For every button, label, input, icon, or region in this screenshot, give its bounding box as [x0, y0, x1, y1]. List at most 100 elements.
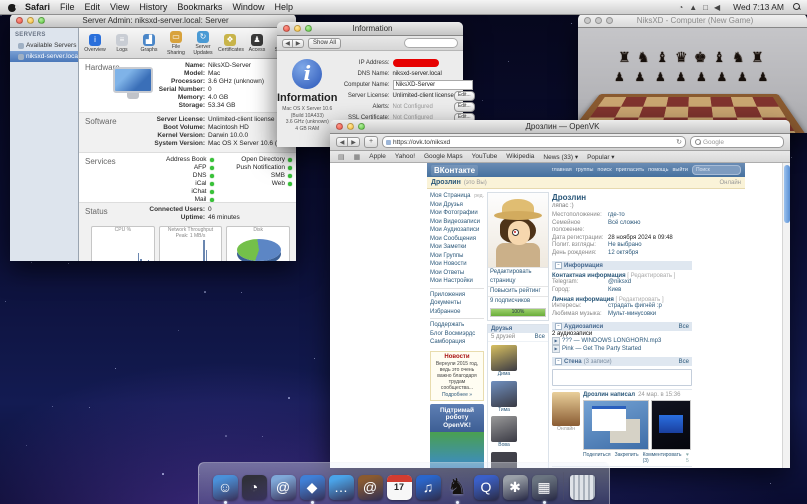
attached-photo[interactable]	[583, 400, 649, 450]
url-text[interactable]: https://ovk.to/niksxd	[393, 139, 450, 146]
information-section-header[interactable]: − Информация	[552, 261, 692, 270]
friend-avatar[interactable]	[491, 345, 517, 371]
vk-sidebar-мои-аудиозаписи[interactable]: Мои Аудиозаписи	[430, 226, 484, 235]
news-more-link[interactable]: Подробнее »	[433, 392, 481, 398]
zoom-button[interactable]	[606, 17, 613, 24]
friend-avatar[interactable]	[491, 381, 517, 407]
back-icon[interactable]: ◀	[282, 39, 293, 48]
menu-edit[interactable]: Edit	[85, 2, 101, 12]
spotlight-icon[interactable]	[793, 3, 801, 11]
toolbar-file-sharing-button[interactable]: ▭File Sharing	[164, 31, 188, 56]
minimize-button[interactable]	[347, 123, 354, 130]
contact-edit-link[interactable]: [ Редактировать ]	[627, 273, 675, 279]
information-titlebar[interactable]: Information	[277, 22, 463, 36]
friend-name[interactable]: Дима	[491, 372, 517, 378]
friend-avatar[interactable]	[491, 416, 517, 442]
chess-pawn[interactable]: ♟	[655, 70, 666, 84]
chess-piece[interactable]: ♛	[675, 50, 688, 66]
vk-sidebar-мои-новости[interactable]: Мои Новости	[430, 260, 484, 269]
vk-sidebar-избранное[interactable]: Избранное	[430, 308, 484, 317]
bookmark-google-maps[interactable]: Google Maps	[424, 153, 463, 160]
dock-itunes-icon[interactable]: ♫	[416, 475, 441, 500]
collapse-icon[interactable]: −	[555, 262, 562, 269]
displays-icon[interactable]: □	[703, 3, 708, 12]
bookmark-wikipedia[interactable]: Wikipedia	[506, 153, 534, 160]
information-window-controls[interactable]	[283, 25, 312, 32]
dock-trash-icon[interactable]	[570, 475, 595, 500]
profile-action-редактировать-страницу[interactable]: Редактировать страницу	[488, 267, 548, 286]
active-app-menu[interactable]: Safari	[25, 2, 50, 12]
time-machine-icon[interactable]: ◔	[678, 3, 683, 12]
sidebar-item-niksxd-server-local[interactable]: niksxd-server.local	[10, 51, 78, 62]
minimize-button[interactable]	[27, 17, 34, 24]
like-count[interactable]: ♥ 5	[686, 452, 692, 464]
audios-section-header[interactable]: − Аудиозаписи Все	[552, 322, 692, 331]
server-admin-window[interactable]: Server Admin: niksxd-server.local: Serve…	[10, 14, 296, 260]
donate-banner[interactable]: Підтримай роботу OpenVK!	[430, 404, 484, 433]
menu-history[interactable]: History	[139, 2, 167, 12]
vk-nav-помощь[interactable]: помощь	[648, 167, 668, 173]
dock-safari-icon[interactable]: ◆	[300, 475, 325, 500]
chess-pawn[interactable]: ♟	[614, 70, 625, 84]
friend-item[interactable]: Тима	[491, 381, 517, 414]
back-forward-buttons[interactable]: ◀▶	[282, 39, 304, 48]
play-icon[interactable]: ▶	[552, 345, 560, 353]
search-field[interactable]	[404, 38, 458, 48]
audio-track[interactable]: ▶??? — WINDOWS LONGHORN.mp3	[552, 337, 692, 345]
chess-pawn[interactable]: ♟	[737, 70, 748, 84]
track-title[interactable]: Pink — Get The Party Started	[562, 345, 641, 353]
chess-titlebar[interactable]: NiksXD - Computer (New Game)	[578, 14, 807, 28]
menu-view[interactable]: View	[110, 2, 129, 12]
dock-finder-icon[interactable]: ☺	[213, 475, 238, 500]
vk-sidebar-блог-восмиэрдс[interactable]: Блог Восмиэрдс	[430, 330, 484, 339]
friends-title[interactable]: Друзья	[491, 326, 512, 332]
menu-help[interactable]: Help	[274, 2, 293, 12]
dock-mail-icon[interactable]: @	[271, 475, 296, 500]
edit-page-link[interactable]: ред.	[474, 192, 484, 201]
vk-nav-поиск[interactable]: поиск	[597, 167, 611, 173]
apple-menu-icon[interactable]	[8, 3, 17, 12]
minimize-button[interactable]	[294, 25, 301, 32]
vk-sidebar-мои-заметки[interactable]: Мои Заметки	[430, 243, 484, 252]
vk-logo[interactable]: ВКонтакте	[431, 165, 478, 176]
post-action-закрепить[interactable]: Закрепить	[615, 452, 639, 464]
friend-item[interactable]: Вова	[491, 416, 517, 449]
vk-sidebar-мои-фотографии[interactable]: Мои Фотографии	[430, 209, 484, 218]
reload-icon[interactable]: ↻	[676, 138, 682, 146]
close-button[interactable]	[283, 25, 290, 32]
menu-bookmarks[interactable]: Bookmarks	[177, 2, 222, 12]
vk-sidebar-моя-страница[interactable]: Моя Страницаред.	[430, 192, 484, 201]
chess-piece[interactable]: ♚	[694, 50, 707, 66]
new-tab-button[interactable]: +	[364, 136, 378, 148]
servers-group-label[interactable]: SERVERS	[10, 28, 78, 40]
menu-clock[interactable]: Wed 7:13 AM	[733, 2, 784, 12]
browser-titlebar[interactable]: Дрозлин — OpenVK	[330, 120, 790, 134]
server-list-sidebar[interactable]: SERVERS Available Servers (0)niksxd-serv…	[10, 28, 79, 261]
chess-piece[interactable]: ♜	[751, 50, 764, 66]
zoom-button[interactable]	[38, 17, 45, 24]
bookmark-youtube[interactable]: YouTube	[472, 153, 498, 160]
scrollbar[interactable]	[782, 163, 790, 468]
dock-ical-icon[interactable]: 17	[387, 475, 412, 500]
menu-file[interactable]: File	[60, 2, 75, 12]
scrollbar-thumb[interactable]	[784, 165, 790, 223]
chess-pawn[interactable]: ♟	[696, 70, 707, 84]
vk-nav-группы[interactable]: группы	[576, 167, 594, 173]
chess-piece[interactable]: ♝	[713, 50, 726, 66]
audio-track[interactable]: ▶Pink — Get The Party Started	[552, 345, 692, 353]
dock-dashboard-icon[interactable]: ◔	[242, 475, 267, 500]
sidebar-item-available-servers-0-[interactable]: Available Servers (0)	[10, 40, 78, 51]
google-search-field[interactable]: Google	[690, 136, 784, 148]
server-admin-window-controls[interactable]	[16, 17, 45, 24]
computer-name-field[interactable]: NiksXD-Server	[393, 80, 473, 90]
toolbar-overview-button[interactable]: iOverview	[83, 34, 107, 53]
bookmark-news-33[interactable]: News (33) ▾	[543, 153, 578, 161]
wall-section-header[interactable]: − Стена (3 записи) Все	[552, 357, 692, 366]
minimize-button[interactable]	[595, 17, 602, 24]
browser-window[interactable]: Дрозлин — OpenVK ◀ ▶ + https://ovk.to/nik…	[330, 120, 790, 466]
back-button[interactable]: ◀	[336, 137, 348, 147]
chess-window[interactable]: NiksXD - Computer (New Game) ♜♞♝♛♚♝♞♜♟♟♟…	[578, 14, 807, 133]
close-button[interactable]	[584, 17, 591, 24]
toolbar-certificates-button[interactable]: ❖Certificates	[218, 34, 242, 53]
avatar-image[interactable]	[488, 193, 548, 267]
